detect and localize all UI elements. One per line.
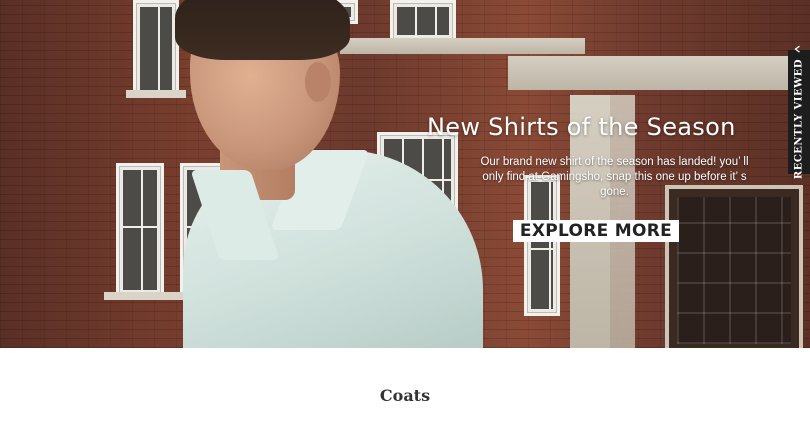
building-window <box>133 0 179 98</box>
hero-subtitle: Our brand new shirt of the season has la… <box>480 156 749 198</box>
section-title: Coats <box>379 386 431 405</box>
window-ledge <box>104 292 186 300</box>
chevron-up-icon <box>794 45 805 53</box>
building-window <box>116 163 164 297</box>
model-photo <box>175 0 485 348</box>
explore-more-button[interactable]: EXPLORE MORE <box>513 220 679 242</box>
building-door <box>665 185 803 348</box>
doorway-pediment <box>508 56 810 90</box>
recently-viewed-tab[interactable]: RECENTLY VIEWED <box>788 45 810 179</box>
hero-banner: New Shirts of the Season Our brand new s… <box>0 0 810 348</box>
recently-viewed-label: RECENTLY VIEWED <box>793 58 805 180</box>
hero-title: New Shirts of the Season <box>427 113 736 141</box>
